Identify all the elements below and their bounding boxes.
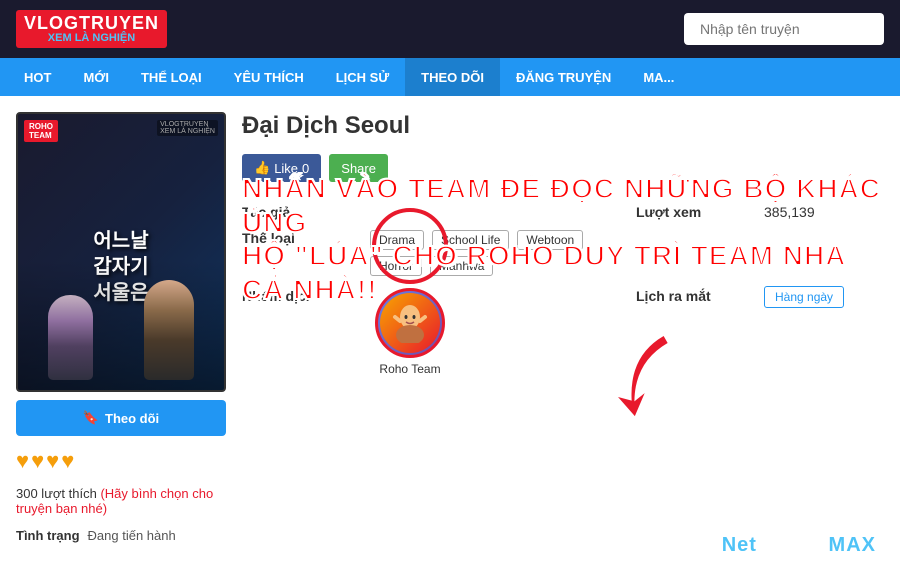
right-panel: Đại Dịch Seoul 👍 Like 0 Share NHẤN VÀO T… (242, 112, 884, 565)
nav-hot[interactable]: HOT (8, 58, 67, 96)
like-count: 0 (302, 161, 309, 176)
logo-main: VLOGTRUYEN (24, 14, 159, 32)
genre-tags: Drama School Life Webtoon Horror Manhwa (370, 230, 628, 278)
group-translator-container: Roho Team (370, 288, 450, 376)
nav-lich-su[interactable]: LỊCH SỬ (320, 58, 405, 96)
cover-logo-badge: ROHOTEAM (24, 120, 58, 142)
star-4[interactable]: ♥ (61, 448, 74, 474)
watermark-max: MAX (829, 534, 876, 556)
genre-label: Thể loại (242, 230, 362, 246)
nav-yeu-thich[interactable]: YÊU THÍCH (218, 58, 320, 96)
action-buttons: 👍 Like 0 Share (242, 154, 884, 182)
schedule-label: Lịch ra mắt (636, 288, 756, 304)
char-silhouette-1 (144, 280, 194, 380)
group-avatar[interactable] (375, 288, 445, 358)
watermark: NetTruyenMAX (722, 534, 876, 557)
logo-box[interactable]: VLOGTRUYEN XEM LÀ NGHIỆN (16, 10, 167, 48)
thumbs-up-icon: 👍 (254, 160, 270, 176)
group-translator: Roho Team (370, 288, 628, 376)
main-content: ROHOTEAM VLOGTRUYENXEM LÀ NGHIỆN 어느날갑자기서… (0, 96, 900, 581)
left-panel: ROHOTEAM VLOGTRUYENXEM LÀ NGHIỆN 어느날갑자기서… (16, 112, 226, 565)
cover-watermark-small: VLOGTRUYENXEM LÀ NGHIỆN (157, 120, 218, 136)
info-section: Tác giả Lượt xem 385,139 Thể loại Drama … (242, 204, 884, 376)
watermark-truyen: Truyen (757, 534, 829, 556)
char-silhouette-2 (48, 295, 93, 380)
rating-stars: ♥ ♥ ♥ ♥ (16, 448, 226, 474)
manga-cover: ROHOTEAM VLOGTRUYENXEM LÀ NGHIỆN 어느날갑자기서… (16, 112, 226, 392)
header: VLOGTRUYEN XEM LÀ NGHIỆN (0, 0, 900, 58)
follow-button[interactable]: 🔖 Theo dõi (16, 400, 226, 436)
author-label: Tác giả (242, 204, 362, 220)
views-count: 385,139 (764, 204, 884, 220)
likes-count: 300 lượt thích (16, 486, 97, 501)
like-button[interactable]: 👍 Like 0 (242, 154, 321, 182)
group-avatar-inner (380, 293, 440, 353)
nav-dang-truyen[interactable]: ĐĂNG TRUYỆN (500, 58, 627, 96)
status-label: Tình trạng (16, 528, 80, 543)
nav-theo-doi[interactable]: THEO DÕI (405, 58, 500, 96)
share-button[interactable]: Share (329, 154, 388, 182)
navigation: HOT MỚI THỂ LOẠI YÊU THÍCH LỊCH SỬ THEO … (0, 58, 900, 96)
schedule-value-container: Hàng ngày (764, 288, 884, 306)
tag-manhwa[interactable]: Manhwa (430, 256, 493, 276)
likes-text: 300 lượt thích (Hãy bình chọn cho truyện… (16, 486, 226, 516)
status-value: Đang tiến hành (88, 528, 176, 543)
cover-overlay: ROHOTEAM VLOGTRUYENXEM LÀ NGHIỆN 어느날갑자기서… (18, 114, 224, 390)
follow-label: Theo dõi (105, 411, 159, 426)
nav-more[interactable]: MA... (627, 58, 690, 96)
manga-title: Đại Dịch Seoul (242, 112, 884, 140)
star-3[interactable]: ♥ (46, 448, 59, 474)
views-label: Lượt xem (636, 204, 756, 220)
group-label: Nhóm dịch (242, 288, 362, 304)
star-2[interactable]: ♥ (31, 448, 44, 474)
star-1[interactable]: ♥ (16, 448, 29, 474)
nav-moi[interactable]: MỚI (67, 58, 125, 96)
nav-the-loai[interactable]: THỂ LOẠI (125, 58, 218, 96)
status-row: Tình trạng Đang tiến hành (16, 528, 226, 543)
logo-sub: XEM LÀ NGHIỆN (24, 32, 159, 44)
logo-area: VLOGTRUYEN XEM LÀ NGHIỆN (16, 10, 167, 48)
tag-webtoon[interactable]: Webtoon (517, 230, 583, 250)
watermark-net: Net (722, 534, 757, 556)
tag-school[interactable]: School Life (432, 230, 509, 250)
group-avatar-art (390, 303, 430, 343)
search-input[interactable] (684, 13, 884, 45)
bookmark-icon: 🔖 (83, 410, 99, 426)
group-name: Roho Team (379, 362, 440, 376)
tag-horror[interactable]: Horror (370, 256, 422, 276)
like-label: Like (274, 161, 298, 176)
schedule-badge: Hàng ngày (764, 286, 844, 308)
tag-drama[interactable]: Drama (370, 230, 424, 250)
info-grid: Tác giả Lượt xem 385,139 Thể loại Drama … (242, 204, 884, 376)
